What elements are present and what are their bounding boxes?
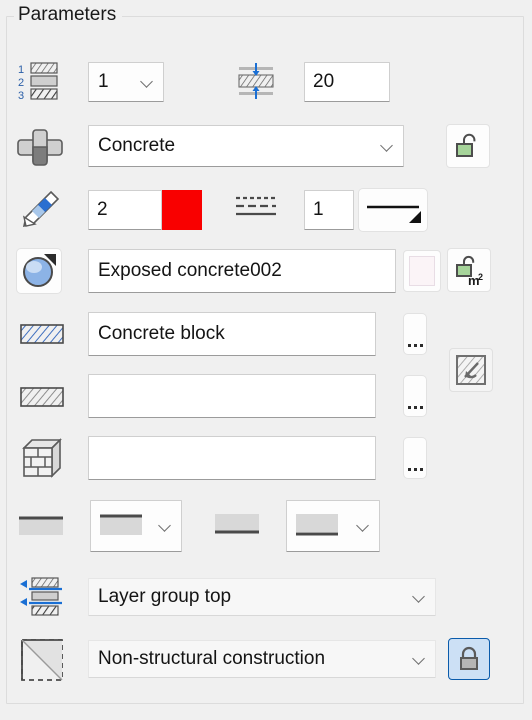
parameters-panel: Parameters 1 2 3 1 20 Concrete 2 1 Expos… [0,0,532,720]
thickness-value: 20 [313,71,335,92]
surface-material-swatch [409,256,435,286]
lock-closed-icon [460,646,478,670]
svg-text:1: 1 [18,64,24,76]
ellipsis-icon [407,376,423,416]
cut-fill-value: Concrete block [98,323,225,344]
cut-fill-input[interactable]: Concrete block [88,312,376,356]
surface-material-value: Exposed concrete002 [98,260,282,281]
chevron-down-icon [414,591,425,602]
pen-color-swatch[interactable] [162,190,202,230]
line-style-dropdown[interactable] [358,188,428,232]
layer-numbering-icon: 1 2 3 [18,62,64,102]
layer-count-combo[interactable]: 1 [88,62,164,102]
edge-line-top-combo[interactable] [90,500,182,552]
building-material-icon [16,126,66,168]
chevron-down-icon [160,520,171,531]
hatch-gray-icon [20,385,64,409]
edge-line-icon [18,513,64,539]
thickness-input[interactable]: 20 [304,62,390,102]
chevron-down-icon [358,520,369,531]
line-bottom-preview-icon [296,514,338,536]
structural-function-combo[interactable]: Non-structural construction [88,640,436,678]
surface-material-icon [23,254,56,287]
cut-fill-browse-button[interactable] [403,313,427,355]
layer-count-value: 1 [98,71,109,92]
line-pen-input[interactable]: 1 [304,190,354,230]
layer-group-combo[interactable]: Layer group top [88,578,436,616]
structural-function-icon [20,638,64,682]
pen-width-value: 2 [97,199,108,220]
area-lock-button[interactable]: m 2 [447,248,491,292]
masonry-fill-browse-button[interactable] [403,437,427,479]
hatch-orientation-button[interactable] [449,348,493,392]
cover-fill-browse-button[interactable] [403,375,427,417]
building-material-value: Concrete [98,135,176,156]
hatch-orientation-icon [456,355,486,385]
svg-text:2: 2 [478,272,483,282]
hatch-blue-icon [20,322,64,346]
solid-line-preview-icon [367,205,421,223]
building-material-combo[interactable]: Concrete [88,125,404,167]
line-pattern-icon [233,192,279,228]
structural-lock-button[interactable] [448,638,490,680]
surface-material-input[interactable]: Exposed concrete002 [88,249,396,293]
chevron-down-icon [414,653,425,664]
layer-thickness-icon [233,62,279,102]
masonry-3d-icon [20,436,64,480]
surface-material-button[interactable] [16,248,62,294]
masonry-fill-input[interactable] [88,436,376,480]
unlock-material-icon [456,133,476,157]
svg-text:3: 3 [18,90,24,102]
unlock-area-m2-icon: m 2 [456,255,483,287]
ellipsis-icon [407,314,423,354]
layer-group-icon [18,576,64,618]
edge-line-middle-preview [214,513,260,541]
line-pen-value: 1 [313,199,324,220]
surface-material-swatch-button[interactable] [403,250,441,292]
edge-line-bottom-combo[interactable] [286,500,380,552]
page-title: Parameters [14,2,123,28]
structural-function-value: Non-structural construction [98,648,326,669]
pen-icon [18,188,64,230]
chevron-down-icon [142,76,153,87]
svg-text:2: 2 [18,77,24,89]
chevron-down-icon [382,140,393,151]
pen-width-input[interactable]: 2 [88,190,162,230]
ellipsis-icon [407,438,423,478]
cover-fill-input[interactable] [88,374,376,418]
material-lock-button[interactable] [446,124,490,168]
layer-group-value: Layer group top [98,586,232,607]
line-top-preview-icon [100,514,142,535]
